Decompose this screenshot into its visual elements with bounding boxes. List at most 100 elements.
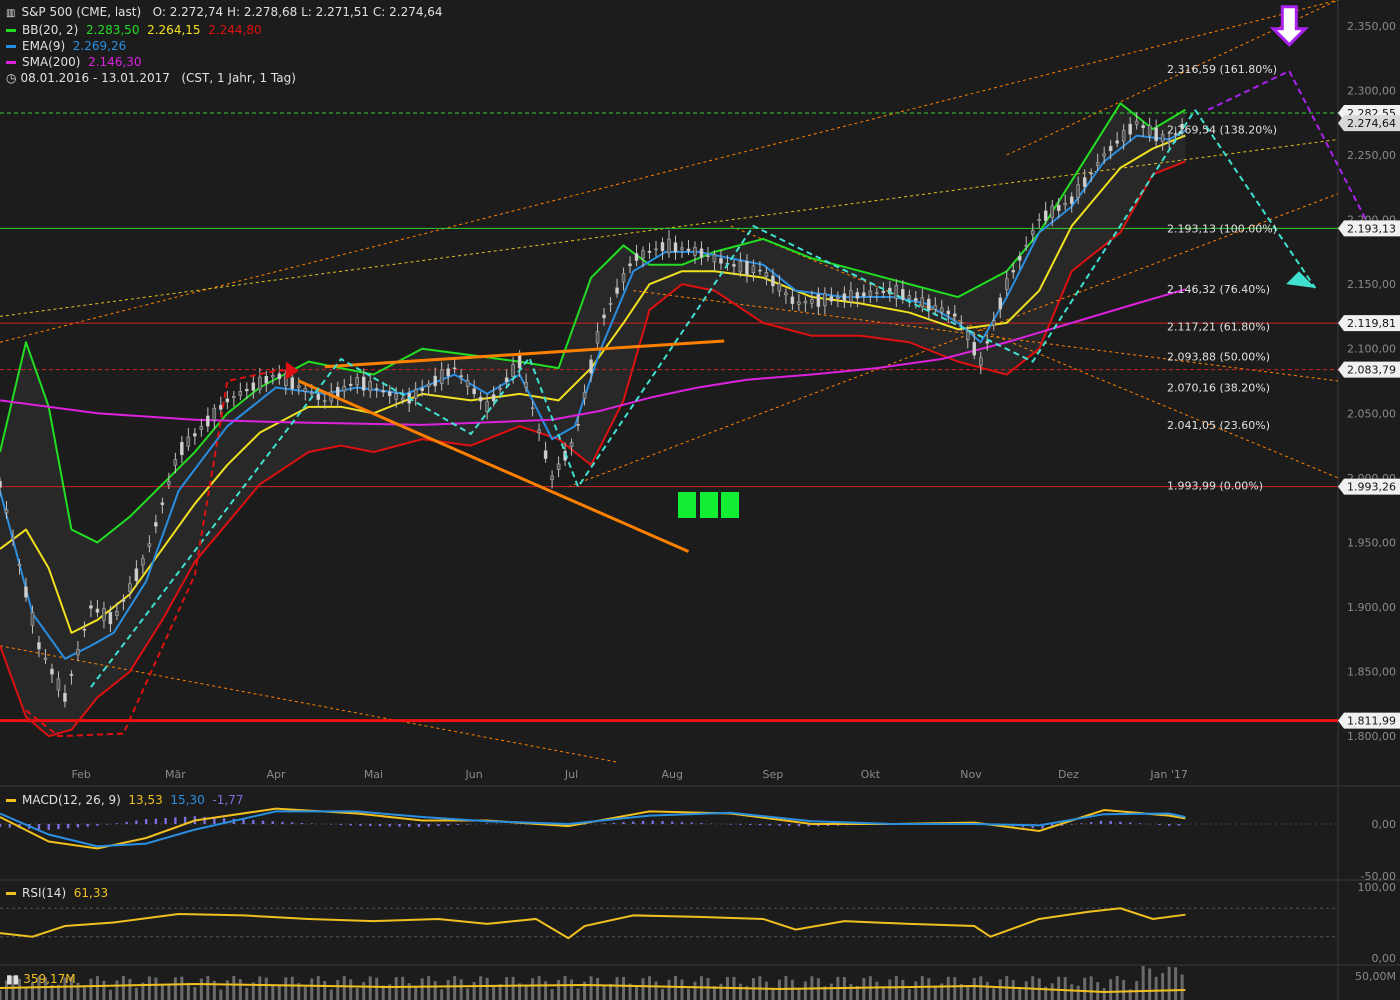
candle-body bbox=[836, 297, 840, 299]
candle-body bbox=[134, 568, 139, 581]
candle-body bbox=[673, 242, 678, 253]
x-tick-label-9: Nov bbox=[960, 768, 982, 781]
candle-body bbox=[771, 275, 775, 287]
macd-histogram-bar bbox=[748, 824, 752, 826]
macd-histogram-bar bbox=[739, 824, 742, 825]
x-tick-label-6: Aug bbox=[662, 768, 683, 781]
candle-body bbox=[1102, 153, 1106, 157]
volume-bar bbox=[693, 981, 697, 1000]
volume-bars-icon: ▮▮ bbox=[6, 972, 20, 986]
macd-histogram-bar bbox=[144, 819, 148, 824]
candle-body bbox=[128, 583, 132, 592]
rsi-swatch bbox=[6, 892, 16, 895]
volume-bar bbox=[76, 982, 80, 1000]
candle-body bbox=[167, 481, 171, 485]
volume-bar bbox=[953, 977, 957, 1000]
price-level-tag-text: 2.119,81 bbox=[1347, 317, 1396, 330]
volume-bar bbox=[186, 982, 190, 1000]
volume-bar bbox=[414, 986, 418, 1000]
volume-bar bbox=[706, 978, 710, 1000]
volume-bar bbox=[615, 977, 619, 1000]
legend-ema-row[interactable]: EMA(9) 2.269,26 bbox=[6, 38, 443, 54]
volume-bar bbox=[180, 976, 184, 1000]
candle-body bbox=[413, 389, 418, 399]
macd-axis-label-0: 0,00 bbox=[1372, 818, 1397, 831]
volume-bar bbox=[1089, 976, 1093, 1000]
candle-body bbox=[147, 543, 152, 547]
candle-body bbox=[459, 375, 463, 377]
candle-body bbox=[1141, 125, 1145, 128]
volume-bar bbox=[342, 976, 346, 1000]
candle-body bbox=[387, 391, 392, 397]
x-tick-label-5: Jul bbox=[564, 768, 578, 781]
macd-histogram-bar bbox=[125, 821, 128, 824]
volume-bar bbox=[479, 976, 483, 1000]
candle-body bbox=[764, 272, 769, 277]
volume-bar bbox=[1057, 976, 1061, 1000]
volume-bar bbox=[264, 977, 268, 1000]
macd-histogram-bar bbox=[768, 824, 771, 826]
candle-body bbox=[966, 331, 970, 341]
macd-legend[interactable]: MACD(12, 26, 9) 13,53 15,30 -1,77 bbox=[6, 793, 243, 807]
candle-body bbox=[1128, 123, 1132, 135]
volume-bar bbox=[1076, 985, 1080, 1000]
rsi-axis-label-0: 100,00 bbox=[1358, 881, 1397, 894]
candle-body bbox=[699, 248, 704, 258]
fibonacci-label-5: 2.093,88 (50.00%) bbox=[1167, 351, 1270, 364]
volume-bar bbox=[920, 976, 924, 1000]
macd-histogram-bar bbox=[690, 822, 693, 824]
volume-bar bbox=[979, 976, 983, 1000]
rsi-legend[interactable]: RSI(14) 61,33 bbox=[6, 886, 108, 900]
legend-sma-row[interactable]: SMA(200) 2.146,30 bbox=[6, 54, 443, 70]
candle-body bbox=[719, 258, 723, 264]
candle-body bbox=[76, 649, 80, 656]
price-level-tag-text: 2.193,13 bbox=[1347, 222, 1396, 235]
candle-body bbox=[686, 248, 691, 252]
volume-bar bbox=[167, 984, 171, 1000]
candle-body bbox=[400, 397, 405, 401]
bb-swatch bbox=[6, 29, 16, 32]
volume-bar bbox=[570, 979, 574, 1000]
candle-body bbox=[56, 678, 61, 691]
candle-body bbox=[790, 296, 795, 304]
candle-body bbox=[1043, 210, 1048, 221]
price-chart[interactable]: 2.316,59 (161.80%) 2.269,54 (138.20%) 2.19… bbox=[0, 0, 1400, 1000]
macd-histogram-bar bbox=[1158, 824, 1161, 825]
candle-body bbox=[855, 292, 860, 299]
price-level-tag-text: 2.083,79 bbox=[1347, 364, 1396, 377]
macd-histogram-bar bbox=[339, 824, 343, 825]
y-tick-label-1: 1.850,00 bbox=[1347, 666, 1396, 679]
volume-bar bbox=[160, 985, 164, 1000]
volume-bar bbox=[446, 980, 450, 1000]
price-level-tag-text: 2.274,64 bbox=[1347, 117, 1396, 130]
candle-body bbox=[95, 608, 100, 613]
candle-body bbox=[959, 322, 964, 324]
candle-body bbox=[667, 238, 671, 254]
volume-bar bbox=[907, 988, 911, 1000]
macd-histogram-bar bbox=[1177, 824, 1181, 826]
volume-bar bbox=[271, 985, 275, 1000]
legend-bb-row[interactable]: BB(20, 2) 2.283,50 2.264,15 2.244,80 bbox=[6, 22, 443, 38]
volume-bar bbox=[635, 986, 639, 1000]
macd-histogram-bar bbox=[154, 818, 158, 824]
macd-histogram-bar bbox=[671, 821, 674, 824]
candle-body bbox=[803, 301, 808, 304]
volume-bar bbox=[849, 983, 853, 1000]
candle-body bbox=[69, 673, 74, 676]
macd-histogram-bar bbox=[661, 821, 664, 824]
candle-body bbox=[115, 611, 119, 616]
candle-body bbox=[193, 433, 197, 437]
candle-body bbox=[569, 442, 574, 447]
volume-bar bbox=[661, 988, 665, 1000]
volume-bar bbox=[290, 976, 294, 1000]
volume-bar bbox=[1148, 968, 1152, 1000]
volume-legend[interactable]: ▮▮ 359,17M bbox=[6, 972, 76, 986]
y-tick-label-10: 2.300,00 bbox=[1347, 84, 1396, 97]
y-tick-label-3: 1.950,00 bbox=[1347, 536, 1396, 549]
macd-histogram-bar bbox=[427, 824, 430, 827]
volume-bar bbox=[667, 979, 671, 1000]
volume-bar bbox=[680, 979, 684, 1000]
candle-body bbox=[154, 522, 158, 527]
macd-histogram-bar bbox=[0, 824, 2, 827]
candle-body bbox=[37, 642, 41, 650]
